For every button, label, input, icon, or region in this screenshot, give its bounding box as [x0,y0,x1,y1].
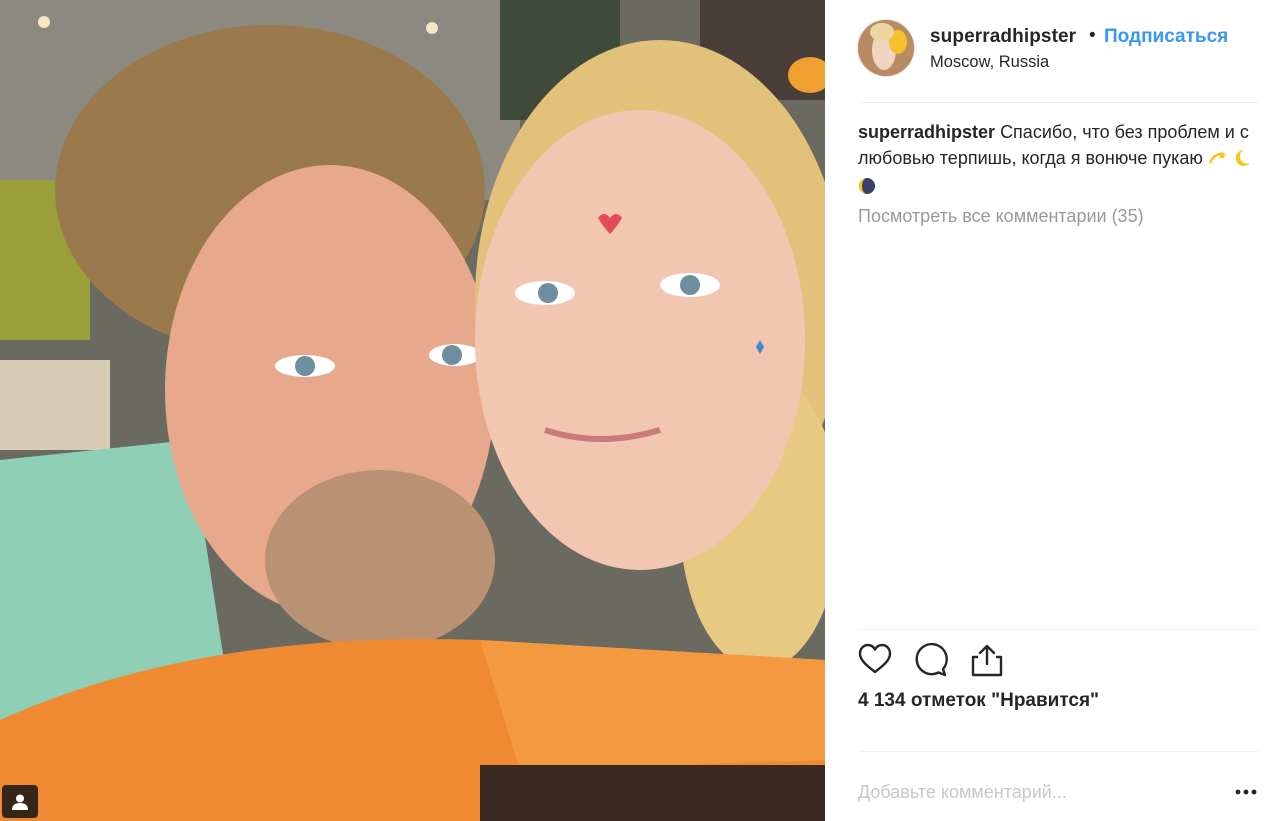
avatar[interactable] [858,20,914,76]
post-header: superradhipster • Подписаться Moscow, Ru… [825,0,1280,102]
heart-icon [858,643,892,674]
author-username[interactable]: superradhipster [930,26,1076,48]
separator-dot: • [1089,25,1096,46]
post-caption: superradhipster Спасибо, что без проблем… [858,120,1253,203]
likes-count[interactable]: 4 134 отметок "Нравится" [858,690,1099,712]
caption-username[interactable]: superradhipster [858,122,995,142]
more-options-button[interactable] [1233,779,1259,805]
like-button[interactable] [858,643,894,679]
share-icon [971,644,1003,677]
more-dots-icon [1235,789,1257,795]
comment-button[interactable] [914,642,950,679]
crescent-moon-icon [1233,149,1251,175]
avatar-image [858,20,914,76]
actions-divider [858,629,1258,630]
selfie-image [0,0,825,821]
follow-button[interactable]: Подписаться [1104,26,1228,48]
post-photo[interactable] [0,0,825,821]
person-icon [12,794,28,810]
comment-divider [858,751,1258,752]
comment-icon [915,642,948,677]
comment-input[interactable] [858,778,1198,806]
header-divider [858,102,1258,103]
dizzy-icon [1208,149,1228,175]
post-details-panel: superradhipster • Подписаться Moscow, Ru… [825,0,1280,821]
view-all-comments-link[interactable]: Посмотреть все комментарии (35) [858,206,1144,227]
share-button[interactable] [970,643,1006,679]
post-location[interactable]: Moscow, Russia [930,53,1049,72]
tagged-users-button[interactable] [2,785,38,818]
post-actions [858,642,1258,679]
new-moon-icon [858,177,876,203]
